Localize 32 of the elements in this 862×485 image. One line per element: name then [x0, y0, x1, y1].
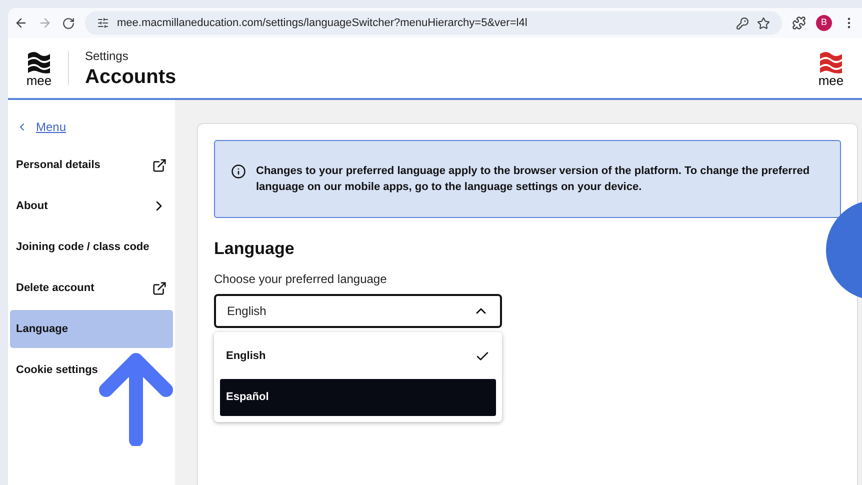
extensions-icon[interactable]: [792, 16, 806, 30]
external-link-icon: [152, 158, 167, 172]
field-label: Choose your preferred language: [214, 271, 387, 288]
dropdown-option[interactable]: English: [220, 338, 496, 375]
menu-back-link[interactable]: Menu: [10, 118, 173, 136]
language-select[interactable]: English: [214, 294, 502, 328]
page-title: Accounts: [85, 65, 178, 89]
waves-logo-icon: [26, 50, 52, 74]
sidebar-item[interactable]: Delete account: [10, 269, 173, 307]
waves-logo-icon: [818, 50, 844, 74]
external-link-icon: [152, 280, 167, 296]
logo-text: mee: [818, 74, 844, 86]
sidebar-item[interactable]: Language: [10, 310, 173, 348]
site-settings-icon[interactable]: [97, 17, 109, 29]
dropdown-option[interactable]: Español: [220, 379, 496, 416]
sidebar-item[interactable]: Personal details: [10, 146, 173, 184]
info-icon: [231, 164, 246, 179]
section-title: Language: [214, 238, 294, 260]
logo-text: mee: [26, 74, 52, 86]
up-arrow-icon: [98, 352, 174, 446]
sidebar-item[interactable]: Cookie settings: [10, 351, 173, 389]
key-icon[interactable]: [736, 16, 749, 30]
back-icon[interactable]: [14, 16, 28, 30]
notice-text: Changes to your preferred language apply to the browser version of the platform. To change the preferred language on our mobile apps, go to the language settings on your device.: [256, 164, 811, 195]
url-text: mee.macmillaneducation.com/settings/languageSwitcher?menuHierarchy=5&ver=l4l: [117, 16, 528, 31]
profile-avatar[interactable]: B: [816, 15, 832, 31]
header-subtitle: Settings: [85, 48, 130, 65]
address-bar[interactable]: mee.macmillaneducation.com/settings/languageSwitcher?menuHierarchy=5&ver=l4l: [85, 11, 782, 35]
bookmark-star-icon[interactable]: [757, 16, 770, 30]
sidebar-item[interactable]: Joining code / class code: [10, 228, 173, 266]
sidebar-item[interactable]: About: [10, 187, 173, 225]
reload-icon[interactable]: [62, 16, 75, 30]
